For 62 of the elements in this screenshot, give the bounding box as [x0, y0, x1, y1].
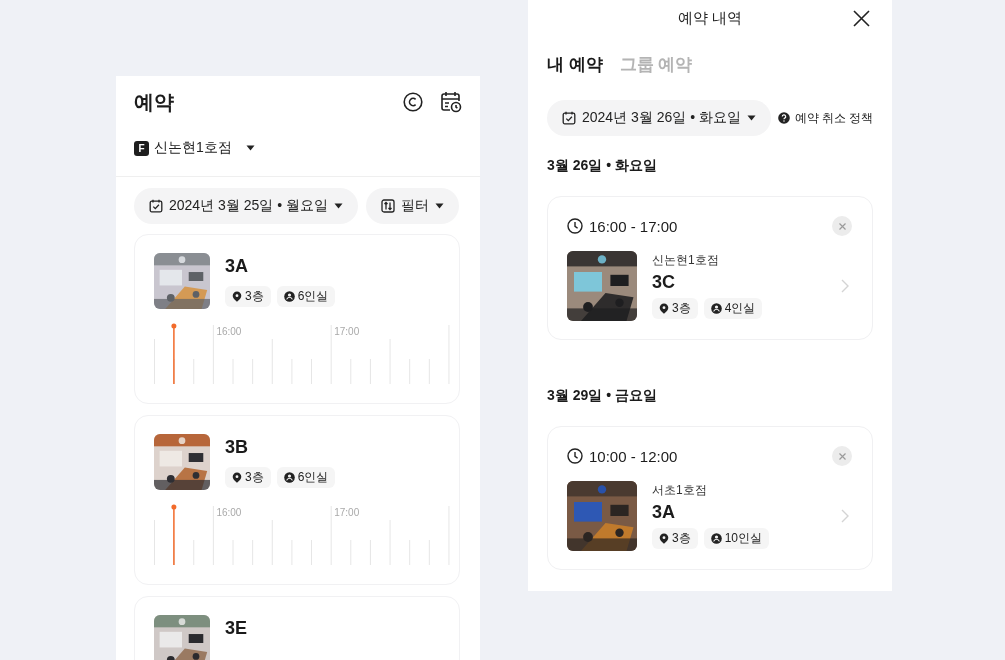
room-name: 3E	[225, 617, 248, 639]
filter-icon	[380, 199, 395, 213]
page-title: 예약	[134, 89, 174, 115]
caret-icon	[245, 145, 255, 151]
help-icon	[777, 112, 790, 124]
floor-tag: 3층	[225, 467, 271, 488]
pin-icon	[659, 533, 669, 544]
branch-name: 서초1호점	[652, 483, 708, 497]
booking-time: 10:00 - 12:00	[567, 447, 678, 465]
caret-icon	[746, 115, 756, 121]
date-selector[interactable]: 2024년 3월 26일 • 화요일	[547, 100, 771, 136]
person-icon	[710, 533, 722, 544]
booking-card[interactable]: 10:00 - 12:00 서초1호점 3A 3층 10인실	[547, 426, 873, 570]
chevron-right-icon[interactable]	[841, 279, 849, 293]
branch-badge: F	[134, 140, 149, 156]
pin-icon	[659, 303, 669, 314]
cancel-button[interactable]	[832, 446, 852, 466]
panel-title: 예약 내역	[677, 8, 743, 28]
room-card[interactable]: 3B 3층 6인실 16:00 17:00	[134, 415, 460, 585]
cancel-policy-link[interactable]: 예약 취소 정책	[777, 110, 873, 126]
calendar-clock-icon[interactable]	[440, 91, 462, 113]
floor-tag: 3층	[225, 286, 271, 307]
clock-icon	[567, 448, 583, 464]
tab[interactable]: 내 예약	[547, 53, 603, 76]
time-label: 17:00	[334, 326, 360, 337]
person-icon	[710, 303, 722, 314]
room-name: 3C	[652, 271, 676, 293]
branch-selector[interactable]: F 신논현1호점	[134, 139, 255, 157]
capacity-tag: 6인실	[276, 286, 336, 307]
caret-icon	[333, 203, 343, 209]
room-name: 3A	[225, 255, 249, 277]
caret-icon	[434, 203, 444, 209]
floor-tag: 3층	[652, 528, 698, 549]
branch-name: 신논현1호점	[652, 253, 720, 267]
date-heading: 3월 26일 • 화요일	[547, 157, 658, 175]
date-heading: 3월 29일 • 금요일	[547, 387, 658, 405]
capacity-tag: 4인실	[703, 298, 763, 319]
time-label: 16:00	[216, 507, 242, 518]
date-selector[interactable]: 2024년 3월 25일 • 월요일	[134, 188, 358, 224]
room-name: 3A	[652, 501, 676, 523]
calendar-icon	[149, 199, 163, 213]
pin-icon	[232, 472, 242, 483]
room-name: 3B	[225, 436, 249, 458]
person-icon	[283, 291, 295, 302]
filter-button[interactable]: 필터	[365, 188, 459, 224]
cancel-button[interactable]	[832, 216, 852, 236]
booking-time: 16:00 - 17:00	[567, 217, 678, 235]
chevron-right-icon[interactable]	[841, 509, 849, 523]
calendar-icon	[562, 111, 576, 125]
capacity-tag: 10인실	[703, 528, 770, 549]
capacity-tag: 6인실	[276, 467, 336, 488]
floor-tag: 3층	[652, 298, 698, 319]
coin-icon[interactable]	[403, 92, 423, 112]
time-label: 17:00	[334, 507, 360, 518]
time-label: 16:00	[216, 326, 242, 337]
room-card[interactable]: 3E	[134, 596, 460, 660]
person-icon	[283, 472, 295, 483]
close-icon[interactable]	[853, 10, 870, 27]
booking-card[interactable]: 16:00 - 17:00 신논현1호점 3C 3층 4인실	[547, 196, 873, 340]
clock-icon	[567, 218, 583, 234]
pin-icon	[232, 291, 242, 302]
room-card[interactable]: 3A 3층 6인실 16:00 17:00	[134, 234, 460, 404]
